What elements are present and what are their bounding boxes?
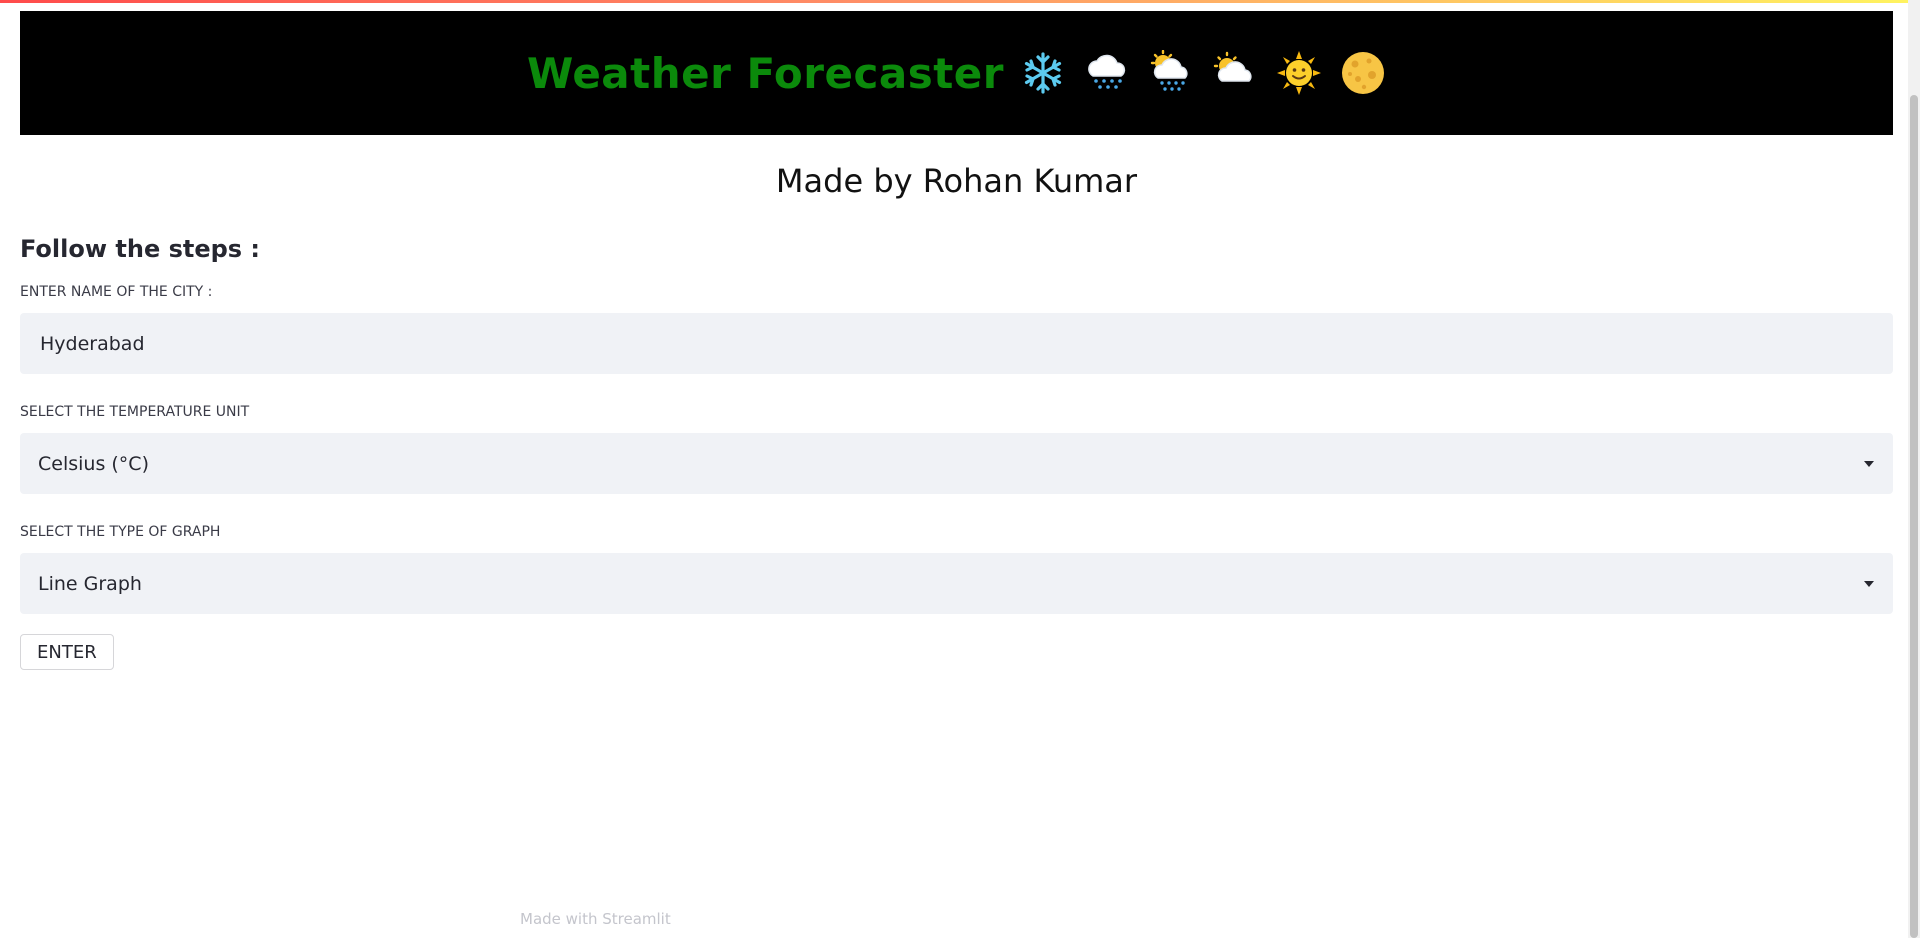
snowflake-icon xyxy=(1020,50,1066,96)
app-title: Weather Forecaster xyxy=(526,48,1004,98)
steps-heading: Follow the steps : xyxy=(20,235,261,263)
footer-made-with-streamlit[interactable]: Made with Streamlit xyxy=(520,910,671,928)
top-decoration-bar xyxy=(0,0,1920,3)
scrollbar-thumb[interactable] xyxy=(1910,95,1918,938)
enter-button[interactable]: ENTER xyxy=(20,634,114,670)
sun-behind-rain-cloud-icon xyxy=(1148,50,1194,96)
main-content: Weather Forecaster Made by Rohan Kumar F… xyxy=(20,11,1893,670)
graph-type-label: SELECT THE TYPE OF GRAPH xyxy=(20,524,221,540)
temperature-unit-select[interactable]: Celsius (°C) xyxy=(20,433,1893,494)
city-field-label: ENTER NAME OF THE CITY : xyxy=(20,284,213,300)
temperature-unit-selected-value: Celsius (°C) xyxy=(38,452,149,475)
author-byline: Made by Rohan Kumar xyxy=(775,162,1138,200)
header-banner: Weather Forecaster xyxy=(20,11,1893,135)
sun-with-face-icon xyxy=(1276,50,1322,96)
chevron-down-icon xyxy=(1863,460,1875,468)
temperature-unit-label: SELECT THE TEMPERATURE UNIT xyxy=(20,404,250,420)
sun-behind-cloud-icon xyxy=(1212,50,1258,96)
graph-type-select[interactable]: Line Graph xyxy=(20,553,1893,614)
city-input[interactable] xyxy=(20,313,1893,374)
full-moon-icon xyxy=(1340,50,1386,96)
snow-cloud-icon xyxy=(1084,50,1130,96)
chevron-down-icon xyxy=(1863,580,1875,588)
page-scrollbar[interactable] xyxy=(1908,0,1920,938)
graph-type-selected-value: Line Graph xyxy=(38,572,142,595)
weather-icons xyxy=(1020,50,1386,96)
